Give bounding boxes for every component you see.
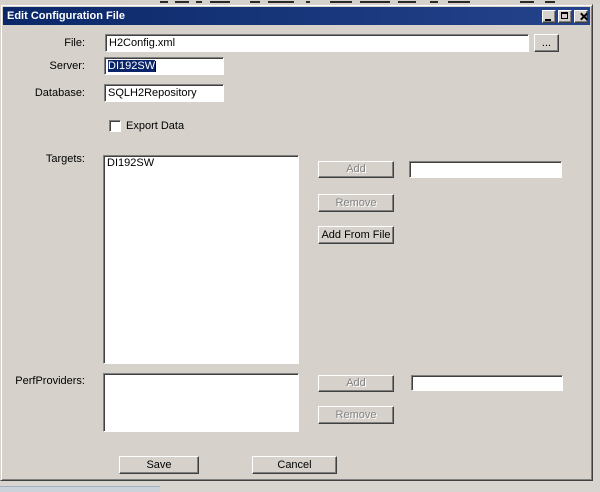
database-label: Database: — [1, 87, 85, 99]
targets-add-button[interactable]: Add — [318, 161, 394, 178]
minimize-icon — [545, 19, 551, 21]
server-selected-text: DI192SW — [108, 60, 155, 72]
server-label: Server: — [1, 60, 85, 72]
maximize-button[interactable] — [558, 10, 572, 23]
perfproviders-remove-button[interactable]: Remove — [318, 406, 394, 424]
server-input[interactable]: DI192SW — [104, 57, 224, 75]
close-icon — [580, 12, 589, 21]
export-data-label: Export Data — [126, 120, 184, 132]
new-provider-input[interactable] — [412, 376, 562, 390]
close-button[interactable] — [574, 10, 588, 23]
cancel-button[interactable]: Cancel — [252, 456, 337, 474]
targets-listbox[interactable]: DI192SW — [103, 155, 299, 364]
targets-label: Targets: — [1, 153, 85, 165]
file-input[interactable]: H2Config.xml — [105, 34, 529, 52]
export-data-checkbox[interactable] — [109, 120, 121, 132]
window-title: Edit Configuration File — [7, 10, 542, 22]
perfproviders-add-button[interactable]: Add — [318, 375, 394, 392]
title-bar: Edit Configuration File — [3, 7, 590, 25]
database-input[interactable]: SQLH2Repository — [104, 84, 224, 102]
new-target-input-wrap — [409, 161, 562, 178]
new-target-input[interactable] — [410, 162, 561, 177]
text-caret — [155, 61, 156, 72]
file-label: File: — [1, 37, 85, 49]
background-taskbar-fragment — [0, 486, 160, 492]
minimize-button[interactable] — [542, 10, 556, 23]
edit-configuration-dialog: Edit Configuration File File: H2Config.x… — [0, 4, 593, 481]
save-button[interactable]: Save — [119, 456, 199, 474]
maximize-icon — [561, 12, 568, 19]
browse-button[interactable]: ... — [534, 34, 559, 52]
new-provider-input-wrap — [411, 375, 563, 391]
targets-remove-button[interactable]: Remove — [318, 194, 394, 212]
add-from-file-button[interactable]: Add From File — [318, 226, 394, 244]
perfproviders-listbox[interactable] — [103, 373, 299, 432]
targets-list-item[interactable]: DI192SW — [104, 156, 298, 170]
perfproviders-label: PerfProviders: — [1, 375, 85, 387]
